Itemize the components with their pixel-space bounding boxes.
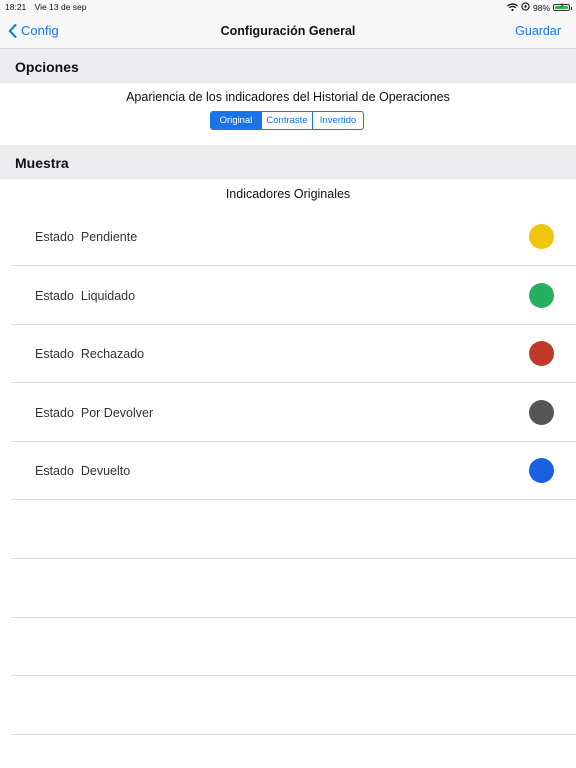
appearance-label: Apariencia de los indicadores del Histor… [126, 90, 450, 104]
status-bar: 18:21 Vie 13 de sep 98% ⚡ [0, 0, 576, 14]
status-indicator-dot [529, 341, 554, 366]
status-row-label: Estado Devuelto [35, 464, 131, 478]
segment-original[interactable]: Original [211, 112, 261, 129]
status-indicator-dot [529, 283, 554, 308]
status-time: 18:21 [5, 2, 27, 12]
battery-percent: 98% [532, 2, 550, 13]
status-row-label: Estado Por Devolver [35, 406, 154, 420]
empty-row [11, 618, 576, 676]
section-header-sample: Muestra [0, 145, 576, 179]
status-row-pendiente: Estado Pendiente [11, 208, 576, 266]
empty-row [11, 560, 576, 618]
section-title-sample: Muestra [15, 155, 69, 171]
wifi-icon [507, 2, 518, 13]
segment-invertido[interactable]: Invertido [312, 112, 363, 129]
section-title-options: Opciones [15, 59, 79, 75]
navigation-bar: Config Configuración General Guardar [0, 14, 576, 49]
status-indicator-dot [529, 224, 554, 249]
status-row-label: Estado Rechazado [35, 347, 145, 361]
status-row-label: Estado Pendiente [35, 230, 138, 244]
save-button[interactable]: Guardar [515, 24, 561, 38]
status-indicator-dot [529, 400, 554, 425]
appearance-segmented-control: Original Contraste Invertido [210, 111, 364, 130]
status-indicator-dot [529, 458, 554, 483]
section-header-options: Opciones [0, 49, 576, 83]
status-left: 18:21 Vie 13 de sep [5, 2, 87, 12]
segment-contraste[interactable]: Contraste [261, 112, 312, 129]
status-row-por-devolver: Estado Por Devolver [11, 384, 576, 442]
page-title: Configuración General [220, 24, 356, 38]
status-row-devuelto: Estado Devuelto [11, 442, 576, 500]
sample-title: Indicadores Originales [225, 187, 351, 201]
status-row-rechazado: Estado Rechazado [11, 325, 576, 383]
empty-row [11, 677, 576, 735]
empty-row [11, 501, 576, 559]
charging-bolt-icon: ⚡ [559, 1, 565, 10]
status-row-liquidado: Estado Liquidado [11, 267, 576, 325]
status-right: 98% ⚡ [507, 1, 572, 13]
location-icon [521, 2, 530, 13]
battery-icon: ⚡ [553, 1, 572, 11]
status-row-label: Estado Liquidado [35, 289, 136, 303]
status-date: Vie 13 de sep [34, 2, 87, 12]
